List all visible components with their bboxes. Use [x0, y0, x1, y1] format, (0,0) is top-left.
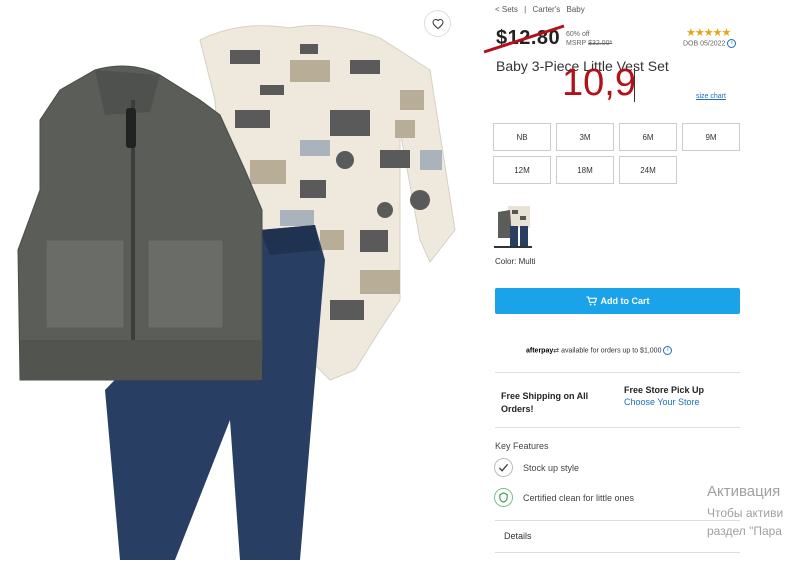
- breadcrumb-baby[interactable]: Baby: [566, 5, 584, 14]
- divider: [495, 427, 740, 428]
- msrp-label: MSRP: [566, 40, 587, 47]
- handwritten-strike: [483, 24, 565, 54]
- text-cursor: [634, 68, 635, 102]
- size-option-18m[interactable]: 18M: [556, 156, 614, 184]
- store-pickup-label: Free Store Pick Up: [624, 385, 705, 395]
- handwritten-price: 10,9: [562, 62, 636, 104]
- activation-watermark-text: Чтобы активи раздел "Пара: [707, 504, 783, 540]
- activation-watermark: Активация: [707, 483, 781, 500]
- shield-icon: [494, 488, 513, 507]
- size-chart-link[interactable]: size chart: [696, 93, 726, 100]
- breadcrumb-divider: |: [524, 5, 527, 14]
- dob-text: DOB 05/2022: [683, 40, 726, 48]
- size-option-9m[interactable]: 9M: [682, 123, 740, 151]
- feature-item: Certified clean for little ones: [494, 488, 634, 507]
- watermark-line: раздел "Пара: [707, 524, 782, 538]
- afterpay-text: available for orders up to $1,000: [561, 347, 662, 355]
- size-option-12m[interactable]: 12M: [493, 156, 551, 184]
- color-swatch[interactable]: [494, 204, 532, 248]
- rating-stars[interactable]: ★★★★★: [686, 26, 731, 39]
- afterpay-logo: afterpay: [526, 347, 554, 355]
- discount-info: 60% off MSRP $32.00*: [566, 30, 612, 48]
- size-option-nb[interactable]: NB: [493, 123, 551, 151]
- feature-item: Stock up style: [494, 458, 579, 477]
- size-option-6m[interactable]: 6M: [619, 123, 677, 151]
- dob-label: DOB 05/2022 i: [683, 39, 737, 48]
- discount-percent: 60% off: [566, 31, 590, 38]
- afterpay-info-icon[interactable]: i: [663, 346, 673, 355]
- size-option-3m[interactable]: 3M: [556, 123, 614, 151]
- details-toggle[interactable]: Details: [504, 531, 532, 541]
- breadcrumb: < Sets | Carter's Baby: [495, 5, 589, 14]
- cart-icon: [586, 296, 597, 306]
- size-option-24m[interactable]: 24M: [619, 156, 677, 184]
- store-pickup: Free Store Pick Up Choose Your Store: [624, 384, 704, 408]
- msrp-value: $32.00*: [588, 40, 613, 47]
- checkmark-icon: [494, 458, 513, 477]
- watermark-line: Чтобы активи: [707, 506, 784, 520]
- divider: [495, 520, 740, 521]
- add-to-cart-label: Add to Cart: [600, 296, 650, 306]
- divider: [495, 552, 740, 553]
- divider: [495, 372, 740, 373]
- afterpay-icon: ⇄: [553, 347, 560, 355]
- feature-label: Certified clean for little ones: [523, 492, 635, 503]
- breadcrumb-sets[interactable]: < Sets: [495, 5, 518, 14]
- heart-icon: [431, 18, 444, 29]
- info-icon[interactable]: i: [727, 39, 737, 48]
- afterpay-info: afterpay⇄ available for orders up to $1,…: [526, 346, 673, 355]
- feature-label: Stock up style: [523, 462, 580, 473]
- key-features-heading: Key Features: [495, 441, 549, 451]
- color-label: Color: Multi: [495, 257, 536, 266]
- product-image[interactable]: [0, 0, 470, 570]
- free-shipping-text: Free Shipping on All Orders!: [501, 391, 589, 414]
- wishlist-button[interactable]: [424, 10, 451, 37]
- breadcrumb-carters[interactable]: Carter's: [532, 5, 560, 14]
- choose-store-link[interactable]: Choose Your Store: [624, 396, 704, 408]
- add-to-cart-button[interactable]: Add to Cart: [495, 288, 740, 314]
